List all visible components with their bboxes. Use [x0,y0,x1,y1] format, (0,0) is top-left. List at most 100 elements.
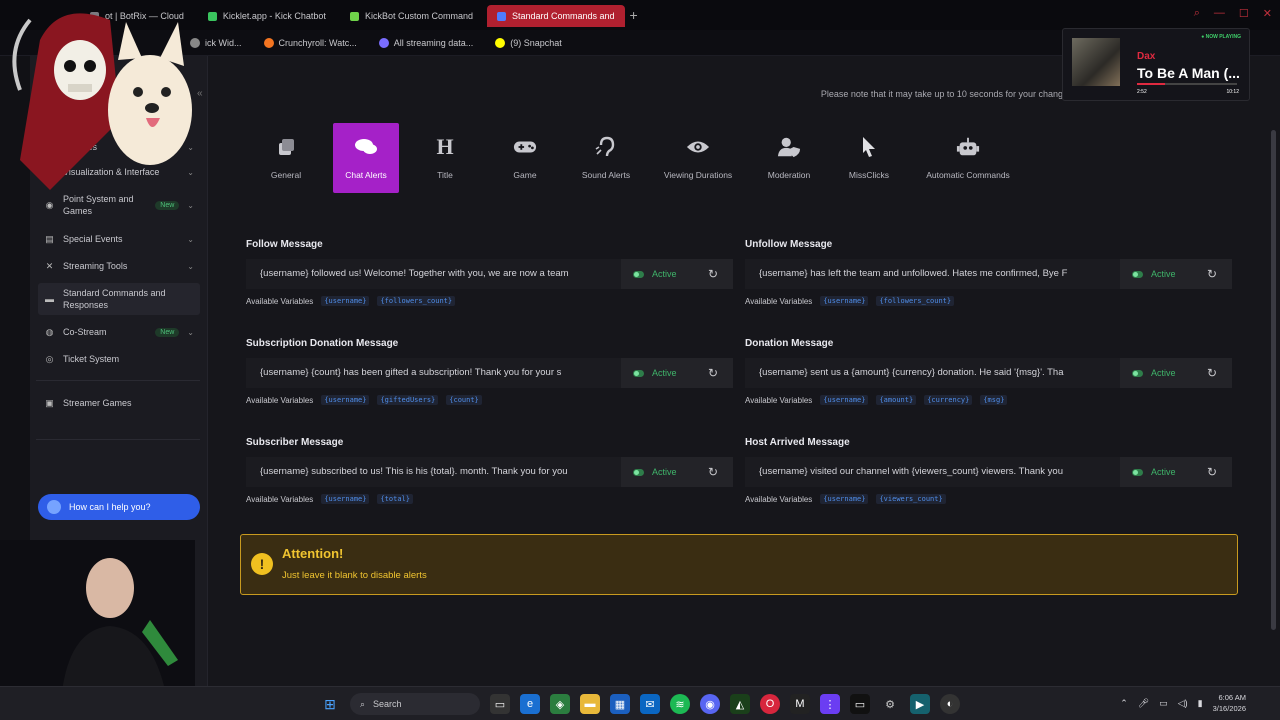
variable-chip[interactable]: {username} [820,395,869,405]
toggle-icon [633,369,644,377]
search-icon[interactable]: ⌕ [1194,7,1200,20]
tab-title[interactable]: H Title [413,123,477,193]
variable-chip[interactable]: {currency} [924,395,973,405]
volume-icon[interactable]: ◁) [1178,698,1188,709]
bookmark-favicon-icon [263,37,274,48]
calendar-app-icon[interactable]: ▦ [610,694,630,714]
variable-chip[interactable]: {count} [446,395,482,405]
spotify-icon[interactable]: ≋ [670,694,690,714]
terminal-icon[interactable]: ▭ [850,694,870,714]
variable-chip[interactable]: {giftedUsers} [377,395,439,405]
opera-icon[interactable]: O [760,694,780,714]
chevron-down-icon[interactable]: ⌄ [187,201,194,210]
tab-game[interactable]: Game [492,123,558,193]
available-variables: Available Variables {username} {viewers_co… [745,494,1232,504]
sidebar-item[interactable]: ▤ Special Events ⌄ [38,229,200,249]
minimize-button[interactable]: — [1214,7,1225,20]
tab-automatic-commands[interactable]: Automatic Commands [916,123,1020,193]
maximize-button[interactable]: ☐ [1239,7,1249,20]
edge-icon[interactable]: e [520,694,540,714]
status-toggle[interactable]: Active [1120,259,1192,289]
status-toggle[interactable]: Active [621,259,693,289]
kick-app-icon[interactable]: ▶ [910,694,930,714]
sidebar-item[interactable]: ✕ Streaming Tools ⌄ [38,256,200,276]
sidebar-item[interactable]: ▣ Streamer Games [38,393,200,413]
obs-icon[interactable]: ◐ [940,694,960,714]
epic-games-icon[interactable]: M [790,694,810,714]
bookmark-item[interactable]: (9) Snapchat [495,37,562,48]
tab-general[interactable]: General [256,123,316,193]
status-toggle[interactable]: Active [621,457,693,487]
variable-chip[interactable]: {username} [321,395,370,405]
variable-chip[interactable]: {username} [820,296,869,306]
message-input[interactable]: {username} subscribed to us! This is his… [246,457,621,487]
variable-chip[interactable]: {username} [321,296,370,306]
chevron-down-icon[interactable]: ⌄ [187,262,194,271]
settings-icon[interactable]: ⚙ [880,694,900,714]
tab-moderation[interactable]: Moderation [756,123,822,193]
tab-missclicks[interactable]: MissClicks [836,123,902,193]
chevron-up-icon[interactable]: ⌃ [1120,698,1128,709]
tab-favicon-icon [349,11,359,21]
variable-chip[interactable]: {viewers_count} [876,494,946,504]
apps-grid-icon[interactable]: ⋮ [820,694,840,714]
windows-start-icon[interactable]: ⊞ [320,694,340,714]
variables-label: Available Variables [246,296,314,306]
tab-viewing-durations[interactable]: Viewing Durations [658,123,738,193]
variable-chip[interactable]: {username} [321,494,370,504]
network-icon[interactable]: ▭ [1159,698,1168,709]
status-toggle[interactable]: Active [621,358,693,388]
reset-button[interactable]: ↻ [693,457,733,487]
reset-button[interactable]: ↻ [693,259,733,289]
tab-sound-alerts[interactable]: Sound Alerts [572,123,640,193]
new-tab-button[interactable]: + [625,6,643,24]
variable-chip[interactable]: {amount} [876,395,917,405]
file-explorer-icon[interactable]: ▭ [490,694,510,714]
toggle-icon [633,270,644,278]
battery-icon[interactable]: ▮ [1198,698,1203,709]
variable-chip[interactable]: {total} [377,494,413,504]
message-input[interactable]: {username} has left the team and unfollo… [745,259,1120,289]
mail-icon[interactable]: ✉ [640,694,660,714]
store-icon[interactable]: ◈ [550,694,570,714]
variable-chip[interactable]: {followers_count} [876,296,955,306]
variable-chip[interactable]: {msg} [980,395,1008,405]
chevron-down-icon[interactable]: ⌄ [187,235,194,244]
message-input[interactable]: {username} followed us! Welcome! Togethe… [246,259,621,289]
chevron-down-icon[interactable]: ⌄ [187,328,194,337]
bookmark-item[interactable]: All streaming data... [378,37,473,48]
message-title: Donation Message [745,338,834,349]
page-scrollbar[interactable] [1271,130,1276,630]
variable-chip[interactable]: {username} [820,494,869,504]
calendar-icon: ▤ [45,233,54,244]
close-button[interactable]: ✕ [1263,7,1272,20]
folder-icon[interactable]: ▬ [580,694,600,714]
available-variables: Available Variables {username} {total} [246,494,733,504]
clock[interactable]: 6:06 AM 3/16/2026 [1213,692,1246,714]
browser-tab[interactable]: KickBot Custom Command [340,5,483,27]
message-input[interactable]: {username} sent us a {amount} {currency}… [745,358,1120,388]
browser-tab[interactable]: Standard Commands and [486,5,625,27]
status-toggle[interactable]: Active [1120,457,1192,487]
browser-tab[interactable]: Kicklet.app - Kick Chatbot [198,5,336,27]
nvidia-icon[interactable]: ◭ [730,694,750,714]
message-input[interactable]: {username} {count} has been gifted a sub… [246,358,621,388]
reset-button[interactable]: ↻ [1192,259,1232,289]
discord-icon[interactable]: ◉ [700,694,720,714]
tab-chat-alerts[interactable]: Chat Alerts [333,123,399,193]
mic-icon[interactable]: 🎤︎ [1138,698,1149,709]
variable-chip[interactable]: {followers_count} [377,296,456,306]
sidebar-item[interactable]: ◍ Co-Stream New ⌄ [38,322,200,342]
sidebar-item[interactable]: ▬ Standard Commands and Responses [38,283,200,315]
help-chat-button[interactable]: How can I help you? [38,494,200,520]
status-toggle[interactable]: Active [1120,358,1192,388]
sidebar-item[interactable]: ◎ Ticket System [38,349,200,369]
reset-button[interactable]: ↻ [693,358,733,388]
message-input[interactable]: {username} visited our channel with {vie… [745,457,1120,487]
attention-alert: ! Attention! Just leave it blank to disa… [240,534,1238,595]
bookmark-item[interactable]: Crunchyroll: Watc... [263,37,357,48]
reset-button[interactable]: ↻ [1192,358,1232,388]
reset-button[interactable]: ↻ [1192,457,1232,487]
refresh-icon: ↻ [1206,267,1218,281]
taskbar-search[interactable]: ⌕ Search [350,693,480,715]
